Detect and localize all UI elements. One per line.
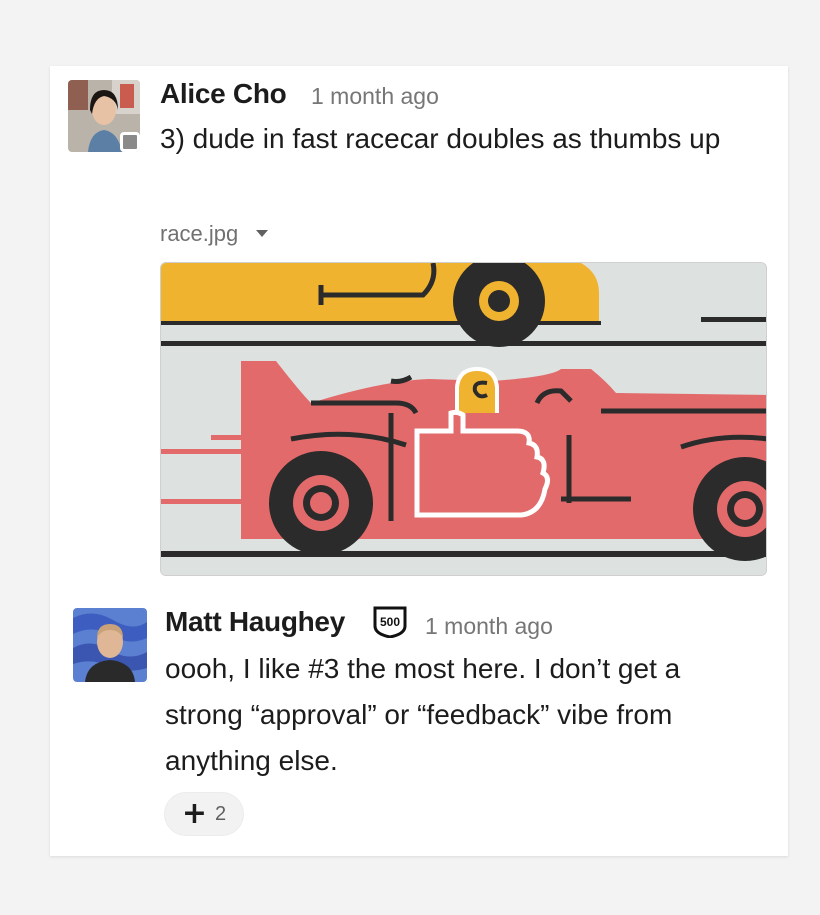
attachment-filename[interactable]: race.jpg [160, 221, 238, 246]
author-name[interactable]: Matt Haughey [165, 606, 345, 638]
attachment-header[interactable]: race.jpg [160, 221, 269, 247]
presence-indicator-icon [120, 132, 140, 152]
message-text: 3) dude in fast racecar doubles as thumb… [160, 123, 721, 154]
timestamp[interactable]: 1 month ago [311, 83, 439, 110]
message-text: oooh, I like #3 the most here. I don’t g… [165, 653, 681, 776]
author-name[interactable]: Alice Cho [160, 78, 287, 110]
avatar-image [73, 608, 147, 682]
reaction-count: 2 [215, 802, 227, 825]
timestamp[interactable]: 1 month ago [425, 613, 553, 640]
chevron-down-icon[interactable] [256, 229, 269, 237]
badge-label: 500 [380, 615, 400, 629]
attachment-image[interactable] [160, 262, 767, 576]
plus-icon: + [181, 796, 207, 831]
custom-emoji-500-icon: 500 [373, 606, 407, 639]
racecar-thumbs-up-illustration [161, 263, 766, 575]
message-pane: Alice Cho 1 month ago 3) dude in fast ra… [50, 66, 788, 856]
avatar-matt-haughey[interactable] [73, 608, 147, 682]
reaction-pill[interactable]: + 2 [164, 792, 244, 836]
